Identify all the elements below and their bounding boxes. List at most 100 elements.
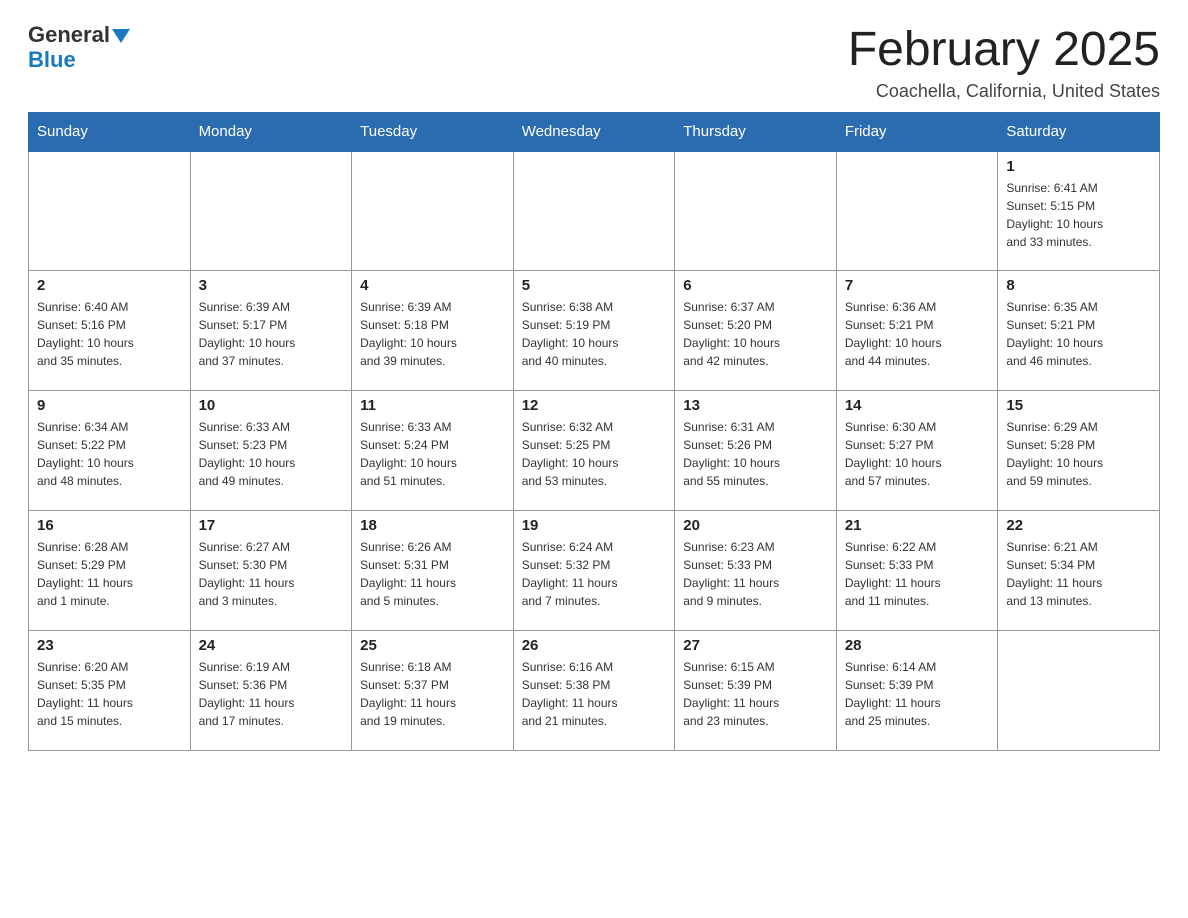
logo-area: General Blue	[28, 24, 130, 73]
day-number: 10	[199, 397, 344, 414]
day-info: Sunrise: 6:34 AMSunset: 5:22 PMDaylight:…	[37, 418, 182, 490]
calendar-cell: 16 Sunrise: 6:28 AMSunset: 5:29 PMDayligh…	[29, 511, 191, 631]
calendar-cell: 8 Sunrise: 6:35 AMSunset: 5:21 PMDaylight…	[998, 271, 1160, 391]
day-number: 1	[1006, 158, 1151, 175]
week-row-1: 1Sunrise: 6:41 AMSunset: 5:15 PMDaylight…	[29, 151, 1160, 271]
day-info: Sunrise: 6:19 AMSunset: 5:36 PMDaylight:…	[199, 658, 344, 730]
day-info: Sunrise: 6:29 AMSunset: 5:28 PMDaylight:…	[1006, 418, 1151, 490]
calendar-cell: 17 Sunrise: 6:27 AMSunset: 5:30 PMDayligh…	[190, 511, 352, 631]
calendar-cell: 14 Sunrise: 6:30 AMSunset: 5:27 PMDayligh…	[836, 391, 998, 511]
calendar-cell: 1Sunrise: 6:41 AMSunset: 5:15 PMDaylight…	[998, 151, 1160, 271]
day-number: 19	[522, 517, 667, 534]
day-info: Sunrise: 6:39 AMSunset: 5:17 PMDaylight:…	[199, 298, 344, 370]
calendar-cell: 26 Sunrise: 6:16 AMSunset: 5:38 PMDayligh…	[513, 631, 675, 751]
calendar-title: February 2025	[848, 24, 1160, 77]
calendar-cell: 22 Sunrise: 6:21 AMSunset: 5:34 PMDayligh…	[998, 511, 1160, 631]
calendar-cell: 12 Sunrise: 6:32 AMSunset: 5:25 PMDayligh…	[513, 391, 675, 511]
calendar-cell: 27 Sunrise: 6:15 AMSunset: 5:39 PMDayligh…	[675, 631, 837, 751]
day-info: Sunrise: 6:24 AMSunset: 5:32 PMDaylight:…	[522, 538, 667, 610]
day-info: Sunrise: 6:16 AMSunset: 5:38 PMDaylight:…	[522, 658, 667, 730]
day-info: Sunrise: 6:32 AMSunset: 5:25 PMDaylight:…	[522, 418, 667, 490]
day-info: Sunrise: 6:33 AMSunset: 5:23 PMDaylight:…	[199, 418, 344, 490]
day-info: Sunrise: 6:39 AMSunset: 5:18 PMDaylight:…	[360, 298, 505, 370]
calendar-cell: 7Sunrise: 6:36 AMSunset: 5:21 PMDaylight…	[836, 271, 998, 391]
calendar-cell: 18Sunrise: 6:26 AMSunset: 5:31 PMDayligh…	[352, 511, 514, 631]
calendar-cell: 5Sunrise: 6:38 AMSunset: 5:19 PMDaylight…	[513, 271, 675, 391]
day-number: 27	[683, 637, 828, 654]
calendar-cell: 6 Sunrise: 6:37 AMSunset: 5:20 PMDaylight…	[675, 271, 837, 391]
weekday-header-saturday: Saturday	[998, 112, 1160, 151]
day-number: 23	[37, 637, 182, 654]
day-number: 26	[522, 637, 667, 654]
day-number: 5	[522, 277, 667, 294]
calendar-cell	[29, 151, 191, 271]
day-number: 4	[360, 277, 505, 294]
day-number: 13	[683, 397, 828, 414]
day-info: Sunrise: 6:37 AMSunset: 5:20 PMDaylight:…	[683, 298, 828, 370]
calendar-cell: 23 Sunrise: 6:20 AMSunset: 5:35 PMDayligh…	[29, 631, 191, 751]
week-row-2: 2 Sunrise: 6:40 AMSunset: 5:16 PMDaylight…	[29, 271, 1160, 391]
day-info: Sunrise: 6:15 AMSunset: 5:39 PMDaylight:…	[683, 658, 828, 730]
logo-icon	[112, 29, 130, 43]
weekday-header-friday: Friday	[836, 112, 998, 151]
calendar-cell: 4 Sunrise: 6:39 AMSunset: 5:18 PMDaylight…	[352, 271, 514, 391]
calendar-cell: 25Sunrise: 6:18 AMSunset: 5:37 PMDayligh…	[352, 631, 514, 751]
logo: General	[28, 24, 130, 47]
day-number: 21	[845, 517, 990, 534]
weekday-header-row: SundayMondayTuesdayWednesdayThursdayFrid…	[29, 112, 1160, 151]
calendar-subtitle: Coachella, California, United States	[848, 81, 1160, 102]
day-number: 3	[199, 277, 344, 294]
day-info: Sunrise: 6:30 AMSunset: 5:27 PMDaylight:…	[845, 418, 990, 490]
weekday-header-monday: Monday	[190, 112, 352, 151]
calendar-cell	[352, 151, 514, 271]
day-number: 14	[845, 397, 990, 414]
calendar-table: SundayMondayTuesdayWednesdayThursdayFrid…	[28, 112, 1160, 752]
title-area: February 2025 Coachella, California, Uni…	[848, 24, 1160, 102]
calendar-cell: 20Sunrise: 6:23 AMSunset: 5:33 PMDayligh…	[675, 511, 837, 631]
day-number: 18	[360, 517, 505, 534]
calendar-cell	[513, 151, 675, 271]
calendar-cell: 19 Sunrise: 6:24 AMSunset: 5:32 PMDayligh…	[513, 511, 675, 631]
day-number: 15	[1006, 397, 1151, 414]
day-number: 24	[199, 637, 344, 654]
day-info: Sunrise: 6:36 AMSunset: 5:21 PMDaylight:…	[845, 298, 990, 370]
week-row-4: 16 Sunrise: 6:28 AMSunset: 5:29 PMDayligh…	[29, 511, 1160, 631]
calendar-cell: 11 Sunrise: 6:33 AMSunset: 5:24 PMDayligh…	[352, 391, 514, 511]
day-number: 2	[37, 277, 182, 294]
day-number: 28	[845, 637, 990, 654]
calendar-cell	[190, 151, 352, 271]
day-number: 8	[1006, 277, 1151, 294]
day-info: Sunrise: 6:14 AMSunset: 5:39 PMDaylight:…	[845, 658, 990, 730]
page-header: General Blue February 2025 Coachella, Ca…	[28, 24, 1160, 102]
day-info: Sunrise: 6:21 AMSunset: 5:34 PMDaylight:…	[1006, 538, 1151, 610]
logo-text-blue: Blue	[28, 47, 76, 73]
day-info: Sunrise: 6:20 AMSunset: 5:35 PMDaylight:…	[37, 658, 182, 730]
calendar-cell: 21 Sunrise: 6:22 AMSunset: 5:33 PMDayligh…	[836, 511, 998, 631]
weekday-header-thursday: Thursday	[675, 112, 837, 151]
week-row-3: 9Sunrise: 6:34 AMSunset: 5:22 PMDaylight…	[29, 391, 1160, 511]
day-info: Sunrise: 6:40 AMSunset: 5:16 PMDaylight:…	[37, 298, 182, 370]
day-info: Sunrise: 6:22 AMSunset: 5:33 PMDaylight:…	[845, 538, 990, 610]
day-number: 22	[1006, 517, 1151, 534]
weekday-header-tuesday: Tuesday	[352, 112, 514, 151]
calendar-cell: 24 Sunrise: 6:19 AMSunset: 5:36 PMDayligh…	[190, 631, 352, 751]
weekday-header-sunday: Sunday	[29, 112, 191, 151]
day-info: Sunrise: 6:27 AMSunset: 5:30 PMDaylight:…	[199, 538, 344, 610]
calendar-cell	[836, 151, 998, 271]
day-number: 17	[199, 517, 344, 534]
day-number: 16	[37, 517, 182, 534]
day-number: 20	[683, 517, 828, 534]
day-number: 11	[360, 397, 505, 414]
calendar-cell: 2 Sunrise: 6:40 AMSunset: 5:16 PMDaylight…	[29, 271, 191, 391]
calendar-cell: 10 Sunrise: 6:33 AMSunset: 5:23 PMDayligh…	[190, 391, 352, 511]
day-number: 12	[522, 397, 667, 414]
calendar-cell	[998, 631, 1160, 751]
day-info: Sunrise: 6:33 AMSunset: 5:24 PMDaylight:…	[360, 418, 505, 490]
weekday-header-wednesday: Wednesday	[513, 112, 675, 151]
day-info: Sunrise: 6:28 AMSunset: 5:29 PMDaylight:…	[37, 538, 182, 610]
day-number: 6	[683, 277, 828, 294]
calendar-cell: 15 Sunrise: 6:29 AMSunset: 5:28 PMDayligh…	[998, 391, 1160, 511]
logo-text-general: General	[28, 22, 110, 47]
day-info: Sunrise: 6:18 AMSunset: 5:37 PMDaylight:…	[360, 658, 505, 730]
day-info: Sunrise: 6:35 AMSunset: 5:21 PMDaylight:…	[1006, 298, 1151, 370]
